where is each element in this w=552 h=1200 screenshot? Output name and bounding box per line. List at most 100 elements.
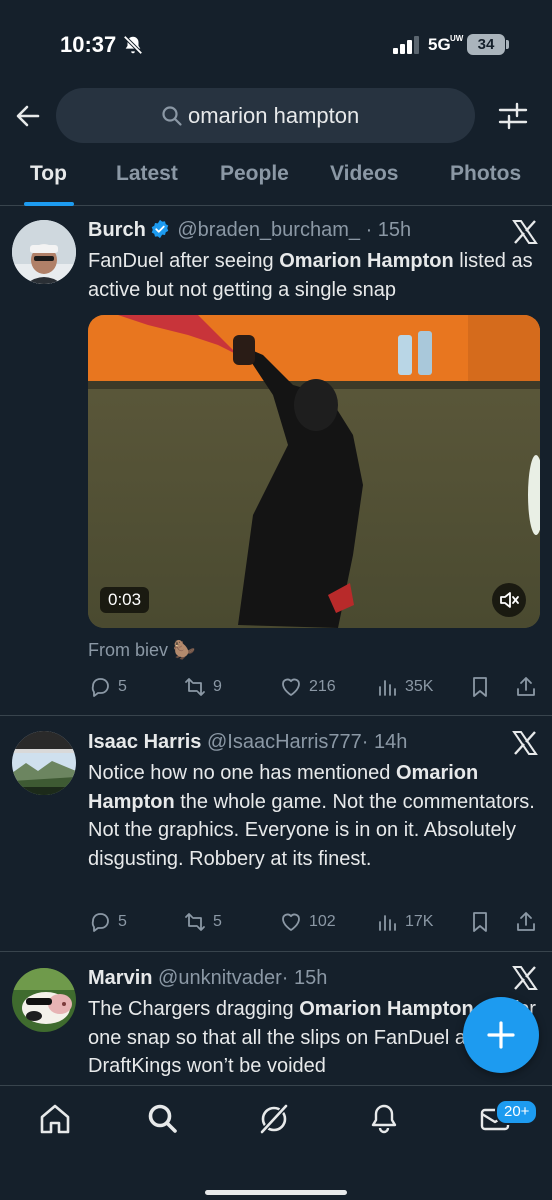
battery-icon: 34	[467, 34, 505, 55]
home-icon[interactable]	[38, 1102, 72, 1136]
handle[interactable]: @braden_burcham_	[177, 219, 360, 241]
repost-icon	[185, 913, 205, 931]
tweet[interactable]: Burch @braden_burcham_ · 15h FanDuel aft…	[0, 207, 552, 716]
views-button[interactable]: 35K	[375, 672, 433, 702]
repost-count: 5	[213, 913, 222, 930]
x-logo-icon[interactable]	[512, 965, 538, 991]
tab-people[interactable]: People	[220, 162, 289, 186]
mute-button[interactable]	[492, 583, 526, 617]
video-player[interactable]: 0:03	[88, 315, 540, 628]
tweet-text: Notice how no one has mentioned Omarion …	[88, 759, 540, 873]
tweet-actions: 5 9 216 35K	[88, 672, 540, 702]
tweet-text-part: The Chargers dragging	[88, 998, 300, 1020]
network-sup: UW	[450, 34, 464, 43]
tweet-text: FanDuel after seeing Omarion Hampton lis…	[88, 247, 540, 304]
views-chart-icon	[379, 915, 396, 931]
avatar-image	[12, 731, 76, 795]
share-icon	[517, 912, 535, 931]
tweet-actions: 5 5 102 17K	[88, 907, 540, 937]
reply-count: 5	[118, 913, 127, 930]
share-button[interactable]	[514, 672, 538, 702]
view-count: 35K	[405, 678, 434, 695]
avatar[interactable]	[12, 220, 76, 284]
avatar-image	[12, 968, 76, 1032]
tab-latest[interactable]: Latest	[116, 162, 178, 186]
bottom-nav: 20+	[0, 1085, 552, 1200]
search-highlight: Omarion Hampton	[299, 998, 474, 1020]
reply-icon	[91, 678, 109, 697]
network-label: 5G	[428, 35, 451, 54]
video-frame	[88, 315, 540, 628]
like-button[interactable]: 102	[279, 907, 336, 937]
grok-icon[interactable]	[257, 1102, 291, 1136]
search-input[interactable]	[188, 103, 448, 129]
video-duration: 0:03	[100, 587, 150, 613]
plus-icon	[487, 1021, 515, 1049]
view-count: 17K	[405, 913, 434, 930]
display-name[interactable]: Marvin	[88, 967, 152, 989]
tweet-text-part: Notice how no one has mentioned	[88, 762, 396, 784]
reply-icon	[91, 913, 109, 932]
search-icon	[162, 106, 182, 126]
search-box[interactable]	[56, 88, 475, 143]
repost-button[interactable]: 5	[183, 907, 222, 937]
views-chart-icon	[379, 680, 396, 696]
notifications-bell-icon[interactable]	[367, 1102, 401, 1136]
reply-button[interactable]: 5	[88, 907, 127, 937]
display-name[interactable]: Isaac Harris	[88, 731, 201, 753]
battery-nub	[506, 40, 509, 49]
bookmark-button[interactable]	[468, 907, 492, 937]
signal-icon	[393, 36, 419, 54]
views-button[interactable]: 17K	[375, 907, 433, 937]
verified-badge-icon	[151, 219, 169, 239]
tweet-header: Isaac Harris @IsaacHarris777· 14h	[88, 731, 407, 754]
speaker-muted-icon	[500, 592, 519, 608]
repost-button[interactable]: 9	[183, 672, 222, 702]
search-row	[0, 88, 552, 144]
repost-count: 9	[213, 678, 222, 695]
bookmark-icon	[473, 677, 487, 697]
x-logo-icon[interactable]	[512, 219, 538, 245]
share-icon	[517, 677, 535, 696]
tab-videos[interactable]: Videos	[330, 162, 398, 186]
reply-count: 5	[118, 678, 127, 695]
tab-top[interactable]: Top	[30, 162, 67, 186]
like-count: 216	[309, 678, 336, 695]
avatar-image	[12, 220, 76, 284]
x-logo-icon[interactable]	[512, 730, 538, 756]
display-name[interactable]: Burch	[88, 219, 146, 241]
search-icon[interactable]	[146, 1102, 180, 1136]
bookmark-icon	[473, 912, 487, 932]
heart-icon	[282, 678, 300, 696]
status-bar: 10:37 5G UW 34	[0, 0, 552, 88]
avatar[interactable]	[12, 968, 76, 1032]
timestamp[interactable]: · 14h	[362, 731, 408, 753]
search-tabs: Top Latest People Videos Photos	[0, 152, 552, 206]
compose-button[interactable]	[463, 997, 539, 1073]
back-arrow-icon[interactable]	[12, 100, 44, 132]
timestamp[interactable]: · 15h	[366, 219, 412, 241]
avatar[interactable]	[12, 731, 76, 795]
tweet-text-part: FanDuel after seeing	[88, 250, 280, 272]
like-button[interactable]: 216	[279, 672, 336, 702]
bookmark-button[interactable]	[468, 672, 492, 702]
home-indicator	[205, 1190, 347, 1195]
timestamp[interactable]: · 15h	[282, 967, 328, 989]
heart-icon	[282, 913, 300, 931]
tweet-header: Burch @braden_burcham_ · 15h	[88, 219, 411, 242]
reply-button[interactable]: 5	[88, 672, 127, 702]
tweet-header: Marvin @unknitvader· 15h	[88, 967, 327, 990]
share-button[interactable]	[514, 907, 538, 937]
tweet[interactable]: Isaac Harris @IsaacHarris777· 14h Notice…	[0, 717, 552, 952]
tab-photos[interactable]: Photos	[450, 162, 521, 186]
filter-sliders-icon[interactable]	[496, 100, 530, 132]
search-highlight: Omarion Hampton	[279, 250, 454, 272]
handle[interactable]: @IsaacHarris777	[207, 731, 362, 753]
messages-badge: 20+	[495, 1099, 539, 1125]
repost-icon	[185, 678, 205, 696]
handle[interactable]: @unknitvader	[158, 967, 282, 989]
status-time: 10:37	[60, 32, 117, 57]
bell-off-icon	[123, 35, 143, 55]
active-tab-indicator	[24, 202, 74, 206]
video-source[interactable]: From biev 🦫	[88, 640, 195, 661]
